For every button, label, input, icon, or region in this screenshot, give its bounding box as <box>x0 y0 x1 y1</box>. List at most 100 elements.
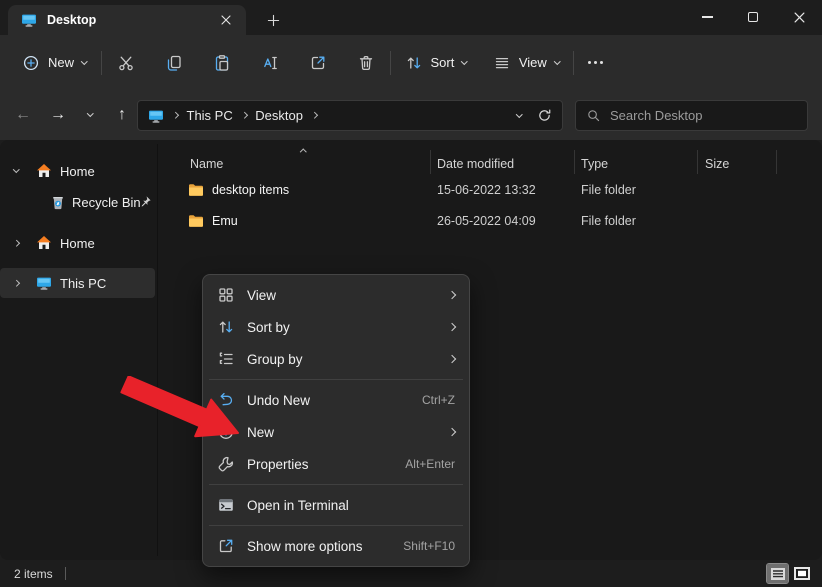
share-button[interactable] <box>298 46 338 80</box>
forward-arrow-icon: → <box>50 106 66 124</box>
toolbar-divider <box>390 51 391 75</box>
delete-button[interactable] <box>346 46 386 80</box>
sidebar-item-label: This PC <box>60 276 106 291</box>
red-annotation-arrow <box>120 376 245 441</box>
sort-button[interactable]: Sort <box>395 46 477 80</box>
column-header-size[interactable]: Size <box>705 157 729 171</box>
chevron-right-icon <box>311 112 317 118</box>
new-plus-circle-icon <box>22 54 40 72</box>
see-more-button[interactable] <box>578 46 612 80</box>
column-divider[interactable] <box>430 150 431 174</box>
search-icon <box>586 108 601 123</box>
sort-icon <box>405 54 423 72</box>
titlebar: Desktop <box>0 0 822 35</box>
addressbar: ← → ↑ This PC Desktop <box>0 90 822 140</box>
show-more-options-icon <box>217 537 235 555</box>
command-band: New Sort <box>0 35 822 140</box>
file-row-emu[interactable]: Emu 26-05-2022 04:09 File folder <box>155 206 822 237</box>
submenu-chevron-icon <box>449 324 455 330</box>
file-name: Emu <box>212 214 238 228</box>
breadcrumb-this-pc[interactable]: This PC <box>183 106 237 125</box>
trash-icon <box>357 54 375 72</box>
thumbnails-view-icon <box>794 567 810 580</box>
maximize-icon <box>748 12 758 22</box>
close-icon <box>794 12 805 23</box>
desktop-monitor-icon <box>21 12 37 28</box>
sidebar-item-recycle-bin[interactable]: Recycle Bin <box>0 187 155 217</box>
wrench-icon <box>217 455 235 473</box>
breadcrumb[interactable]: This PC Desktop <box>137 100 563 131</box>
view-lines-icon <box>493 54 511 72</box>
rename-button[interactable] <box>250 46 290 80</box>
menu-item-group-by[interactable]: Group by <box>203 343 469 375</box>
sidebar-item-home[interactable]: Home <box>0 156 155 186</box>
back-button[interactable]: ← <box>8 100 38 130</box>
file-row-desktop-items[interactable]: desktop items 15-06-2022 13:32 File fold… <box>155 175 822 206</box>
menu-item-view[interactable]: View <box>203 279 469 311</box>
close-button[interactable] <box>776 0 822 34</box>
new-button[interactable]: New <box>12 46 97 80</box>
file-type: File folder <box>581 183 636 197</box>
minimize-button[interactable] <box>684 0 730 34</box>
column-divider[interactable] <box>574 150 575 174</box>
sidebar-item-this-pc[interactable]: This PC <box>0 268 155 298</box>
menu-separator <box>209 484 463 485</box>
cut-button[interactable] <box>106 46 146 80</box>
view-toggles <box>767 564 812 583</box>
column-header-name[interactable]: Name <box>190 157 223 171</box>
window-controls <box>684 0 822 35</box>
up-button[interactable]: ↑ <box>107 100 137 130</box>
chevron-down-icon <box>81 58 87 64</box>
status-divider <box>65 567 66 580</box>
menu-item-show-more-options[interactable]: Show more options Shift+F10 <box>203 530 469 562</box>
tab-desktop[interactable]: Desktop <box>8 5 246 35</box>
home-icon <box>36 163 52 179</box>
column-divider[interactable] <box>697 150 698 174</box>
menu-shortcut: Ctrl+Z <box>422 393 455 407</box>
details-view-button[interactable] <box>767 564 788 583</box>
minimize-icon <box>702 16 713 17</box>
column-divider[interactable] <box>776 150 777 174</box>
column-headers: Name Date modified Type Size <box>155 148 822 172</box>
maximize-button[interactable] <box>730 0 776 34</box>
chevron-right-icon <box>172 112 178 118</box>
search-input[interactable] <box>610 108 790 123</box>
menu-item-sort-by[interactable]: Sort by <box>203 311 469 343</box>
view-button[interactable]: View <box>483 46 569 80</box>
tab-close-icon[interactable] <box>214 9 238 31</box>
menu-item-label: Group by <box>247 352 449 367</box>
sort-ascending-icon <box>300 149 306 155</box>
search-box[interactable] <box>575 100 808 131</box>
file-date-modified: 26-05-2022 04:09 <box>437 214 536 228</box>
menu-item-open-in-terminal[interactable]: Open in Terminal <box>203 489 469 521</box>
breadcrumb-desktop[interactable]: Desktop <box>251 106 307 125</box>
sidebar-item-home-2[interactable]: Home <box>0 228 155 258</box>
tab-title: Desktop <box>47 13 214 27</box>
menu-item-label: Properties <box>247 457 405 472</box>
column-header-type[interactable]: Type <box>581 157 608 171</box>
menu-item-properties[interactable]: Properties Alt+Enter <box>203 448 469 480</box>
sidebar-item-label: Home <box>60 236 95 251</box>
address-dropdown-icon[interactable] <box>516 111 522 117</box>
paste-button[interactable] <box>202 46 242 80</box>
submenu-chevron-icon <box>449 292 455 298</box>
sidebar-item-label: Home <box>60 164 95 179</box>
menu-item-label: View <box>247 288 449 303</box>
desktop-monitor-icon <box>148 108 164 124</box>
column-header-date-modified[interactable]: Date modified <box>437 157 514 171</box>
menu-shortcut: Alt+Enter <box>405 457 455 471</box>
chevron-down-icon <box>554 58 560 64</box>
copy-icon <box>165 54 183 72</box>
copy-button[interactable] <box>154 46 194 80</box>
large-thumbnails-view-button[interactable] <box>791 564 812 583</box>
submenu-chevron-icon <box>449 429 455 435</box>
menu-separator <box>209 525 463 526</box>
forward-button[interactable]: → <box>43 100 73 130</box>
new-tab-button[interactable] <box>260 8 286 32</box>
menu-shortcut: Shift+F10 <box>403 539 455 553</box>
refresh-button[interactable] <box>537 108 552 123</box>
menu-item-label: Open in Terminal <box>247 498 455 513</box>
chevron-right-icon <box>13 280 19 286</box>
sort-icon <box>217 318 235 336</box>
recent-locations-button[interactable] <box>75 100 105 130</box>
